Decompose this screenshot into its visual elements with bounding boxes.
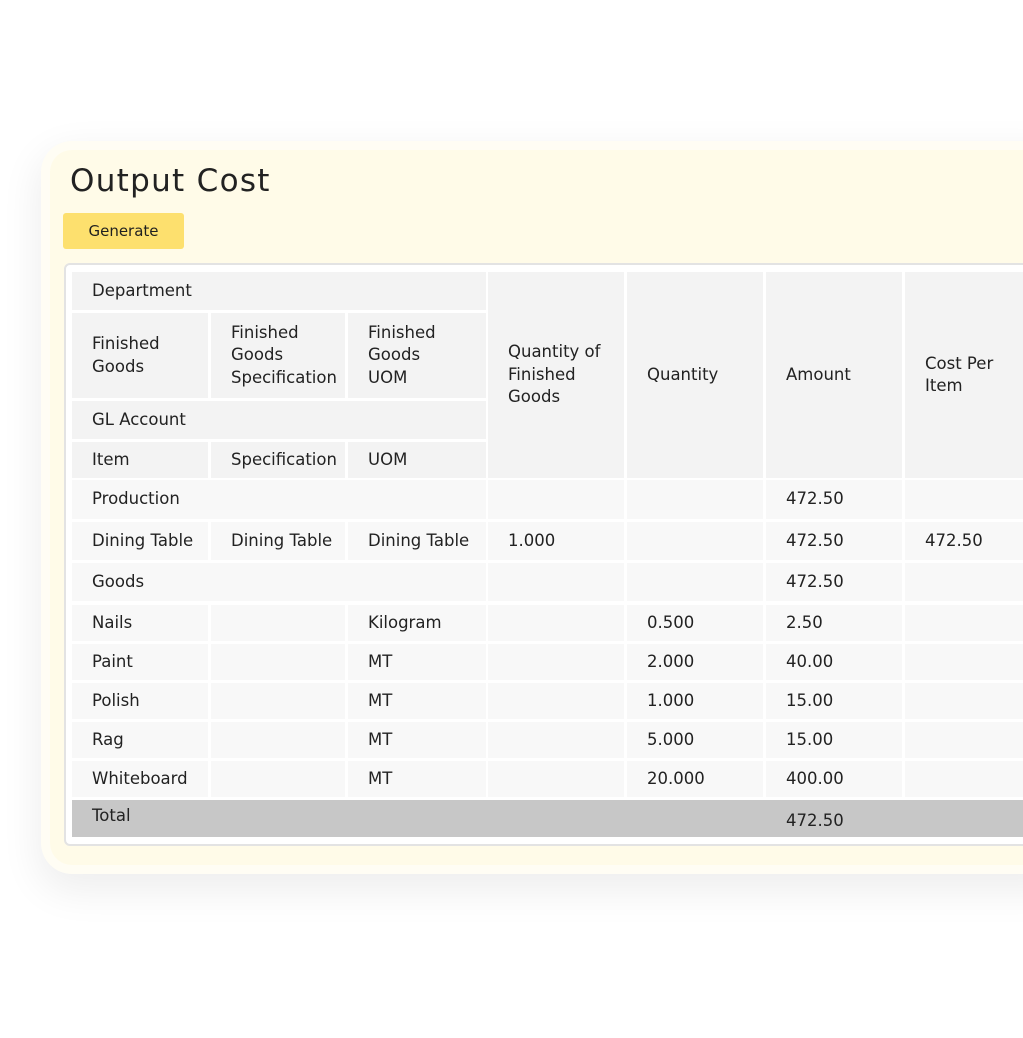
item-specification [211,605,345,641]
item-qty-finished-cell [488,761,624,797]
header-finished-goods-uom: Finished Goods UOM [348,313,486,398]
item-cost-per-item-cell [905,605,1023,641]
finished-good-quantity-cell [627,522,763,560]
goods-label: Goods [72,563,486,601]
item-uom: MT [348,644,486,680]
goods-cost-per-item-cell [905,563,1023,601]
header-quantity-of-finished-goods: Quantity of Finished Goods [488,272,624,478]
item-specification [211,761,345,797]
item-name: Nails [72,605,208,641]
item-qty-finished-cell [488,605,624,641]
header-finished-goods-specification: Finished Goods Specification [211,313,345,398]
item-amount: 400.00 [766,761,902,797]
item-quantity: 2.000 [627,644,763,680]
header-specification: Specification [211,442,345,478]
finished-good-amount: 472.50 [766,522,902,560]
item-quantity: 1.000 [627,683,763,719]
item-name: Whiteboard [72,761,208,797]
item-uom: MT [348,683,486,719]
header-amount: Amount [766,272,902,478]
header-gl-account: GL Account [72,401,486,439]
header-department: Department [72,272,486,310]
item-qty-finished-cell [488,683,624,719]
header-item: Item [72,442,208,478]
item-uom: Kilogram [348,605,486,641]
output-cost-table: Department Finished Goods Finished Goods… [64,263,1023,846]
header-finished-goods: Finished Goods [72,313,208,398]
total-amount: 472.50 [786,810,844,830]
page-title: Output Cost [70,163,271,199]
item-amount: 15.00 [766,722,902,758]
item-cost-per-item-cell [905,644,1023,680]
production-quantity-cell [627,480,763,519]
item-amount: 40.00 [766,644,902,680]
item-specification [211,683,345,719]
finished-good-specification: Dining Table [211,522,345,560]
item-quantity: 5.000 [627,722,763,758]
goods-amount: 472.50 [766,563,902,601]
goods-qty-finished-cell [488,563,624,601]
total-label: Total [92,806,131,826]
item-name: Paint [72,644,208,680]
finished-good-quantity: 1.000 [488,522,624,560]
finished-good-uom: Dining Table [348,522,486,560]
finished-good-name: Dining Table [72,522,208,560]
production-label: Production [72,480,486,519]
header-cost-per-item: Cost Per Item [905,272,1023,478]
item-uom: MT [348,761,486,797]
production-qty-finished-cell [488,480,624,519]
goods-quantity-cell [627,563,763,601]
production-amount: 472.50 [766,480,902,519]
item-cost-per-item-cell [905,683,1023,719]
item-name: Rag [72,722,208,758]
item-specification [211,644,345,680]
generate-button[interactable]: Generate [63,213,184,249]
item-quantity: 0.500 [627,605,763,641]
header-quantity: Quantity [627,272,763,478]
item-uom: MT [348,722,486,758]
item-specification [211,722,345,758]
item-name: Polish [72,683,208,719]
finished-good-cost-per-item: 472.50 [905,522,1023,560]
production-cost-per-item-cell [905,480,1023,519]
item-amount: 2.50 [766,605,902,641]
item-quantity: 20.000 [627,761,763,797]
header-uom: UOM [348,442,486,478]
item-cost-per-item-cell [905,722,1023,758]
item-qty-finished-cell [488,644,624,680]
item-cost-per-item-cell [905,761,1023,797]
item-amount: 15.00 [766,683,902,719]
item-qty-finished-cell [488,722,624,758]
